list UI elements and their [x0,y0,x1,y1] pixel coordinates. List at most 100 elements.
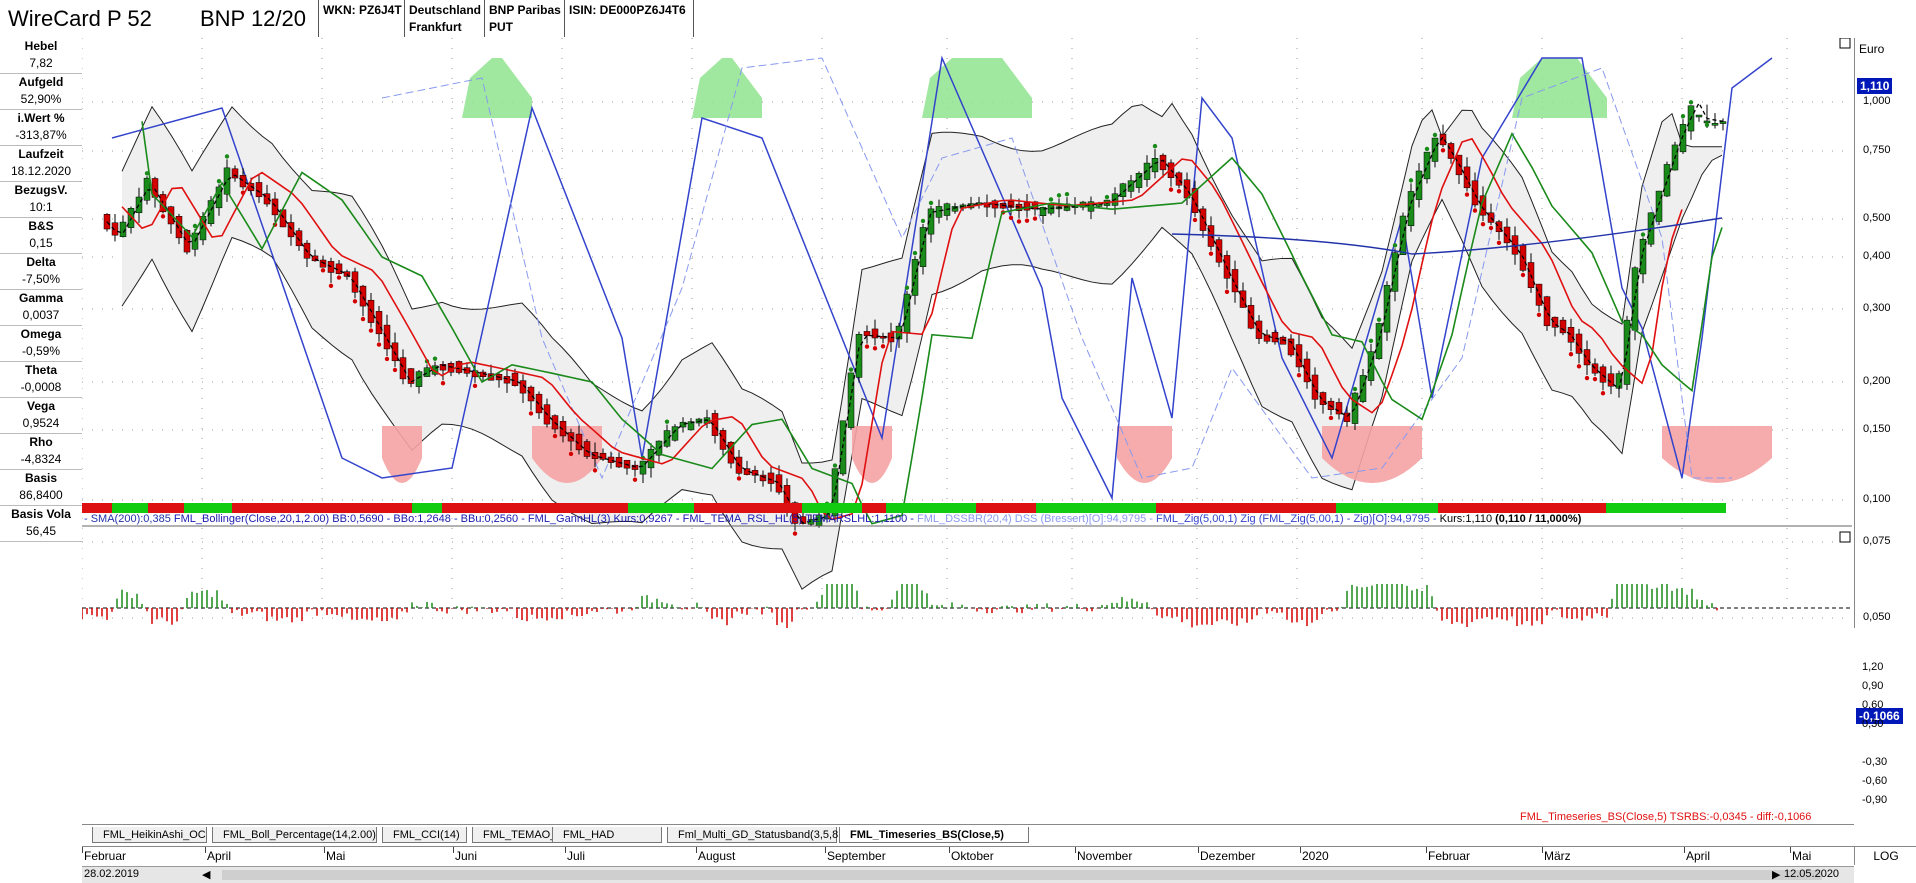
bear-candle [863,331,871,337]
gann-high-marker [848,367,854,372]
statusband-segment [934,503,940,513]
tab-fml-heikinashi-oc[interactable]: FML_HeikinAshi_OC [92,827,207,843]
month-label: Juli [567,849,586,863]
month-label: Mai [326,849,346,863]
dss-overbought-zone [462,58,532,118]
sub-y-tick-label: 1,20 [1862,661,1884,673]
statusband-segment [214,503,220,513]
gann-low-marker [320,268,326,273]
gann-high-marker [1048,197,1054,202]
statusband-segment [418,503,424,513]
bear-candle [1271,332,1279,343]
gann-low-marker [1032,216,1038,221]
gann-high-marker [1104,194,1110,200]
statusband-segment [172,503,178,513]
statusband-segment [796,503,802,513]
tab-fml-cci-14[interactable]: FML_CCI(14) [382,827,467,843]
chart-header: WireCard P 52 BNP 12/20 WKN: PZ6J4T Deut… [0,0,1916,39]
scroll-right-arrow[interactable]: ▶ [1772,868,1780,881]
statusband-segment [1504,503,1510,513]
statusband-segment [1474,503,1480,513]
statusband-segment [1366,503,1372,513]
gann-low-marker [336,275,342,280]
gann-low-marker [632,477,638,482]
statusband-segment [1684,503,1690,513]
statusband-segment [1192,503,1198,513]
statusband-segment [586,503,592,513]
statusband-segment [286,503,292,513]
gann-high-marker [928,200,934,206]
statusband-segment [94,503,100,513]
statusband-segment [946,503,952,513]
statusband-segment [310,503,316,513]
statusband-segment [466,503,472,513]
statusband-segment [1102,503,1108,513]
statusband-segment [604,503,610,513]
statusband-segment [1348,503,1354,513]
current-price-badge: 1,110 [1857,78,1893,94]
dss-oversold-zone [852,426,892,483]
bull-candle [639,460,647,475]
statusband-segment [1006,503,1012,513]
log-scale-toggle[interactable]: LOG [1854,846,1916,865]
statusband-segment [226,503,232,513]
gann-low-marker [160,214,166,219]
statusband-segment [670,503,676,513]
statusband-segment [1168,503,1174,513]
tab-fml-multi-gd-statusband-3-5-8-20-30-40[interactable]: Fml_Multi_GD_Statusband(3,5,8,20,30,40) [667,827,888,843]
statusband-segment [718,503,724,513]
gann-low-marker [1568,352,1574,357]
metric-key: Theta [24,363,57,377]
gann-low-marker [1176,189,1182,194]
gann-high-marker [1688,100,1694,105]
statusband-segment [892,503,898,513]
statusband-segment [688,503,694,513]
bear-candle [239,175,247,188]
statusband-segment [454,503,460,513]
statusband-segment [634,503,640,513]
bear-candle [1159,154,1167,171]
bear-candle [1335,402,1343,415]
metric-value: 0,9524 [22,416,60,430]
statusband-segment [928,503,934,513]
statusband-segment [178,503,184,513]
scroll-thumb[interactable] [222,870,1822,880]
tab-fml-had[interactable]: FML_HAD [552,827,662,843]
gann-high-marker [432,356,438,361]
metric-gamma: Gamma 0,0037 [0,290,82,326]
statusband-segment [1702,503,1708,513]
gann-high-marker [912,250,918,256]
statusband-segment [1516,503,1522,513]
statusband-segment [1456,503,1462,513]
statusband-segment [118,503,124,513]
statusband-segment [1108,503,1114,513]
statusband-segment [1156,503,1162,513]
tab-fml-boll-percentage-14-2-00[interactable]: FML_Boll_Percentage(14,2.00) [212,827,377,843]
statusband-segment [1648,503,1654,513]
statusband-segment [646,503,652,513]
statusband-segment [868,503,874,513]
statusband-segment [1414,503,1420,513]
statusband-segment [1048,503,1054,513]
gann-high-marker [1408,178,1414,183]
statusband-segment [676,503,682,513]
metric-omega: Omega -0,59% [0,326,82,362]
instrument-title: WireCard P 52 [8,6,152,31]
tab-fml-timeseries-bs-close-5[interactable]: FML_Timeseries_BS(Close,5) [839,827,1029,843]
statusband-segment [1420,503,1426,513]
month-label: September [827,849,886,863]
statusband-segment [484,503,490,513]
statusband-segment [250,503,256,513]
statusband-segment [658,503,664,513]
statusband-segment [160,503,166,513]
bull-candle [1351,392,1359,424]
gann-low-marker [392,367,398,373]
statusband-segment [1228,503,1234,513]
sub-y-tick-label: -0,90 [1862,794,1888,806]
time-scrollbar[interactable]: 28.02.2019 ◀ ▶ 12.05.2020 [82,866,1854,883]
bear-candle [1199,208,1207,231]
price-chart[interactable]: - SMA(200):0,385 FML_Bollinger(Close,20,… [82,38,1854,628]
statusband-segment [538,503,544,513]
scroll-left-arrow[interactable]: ◀ [202,868,210,881]
statusband-segment [460,503,466,513]
